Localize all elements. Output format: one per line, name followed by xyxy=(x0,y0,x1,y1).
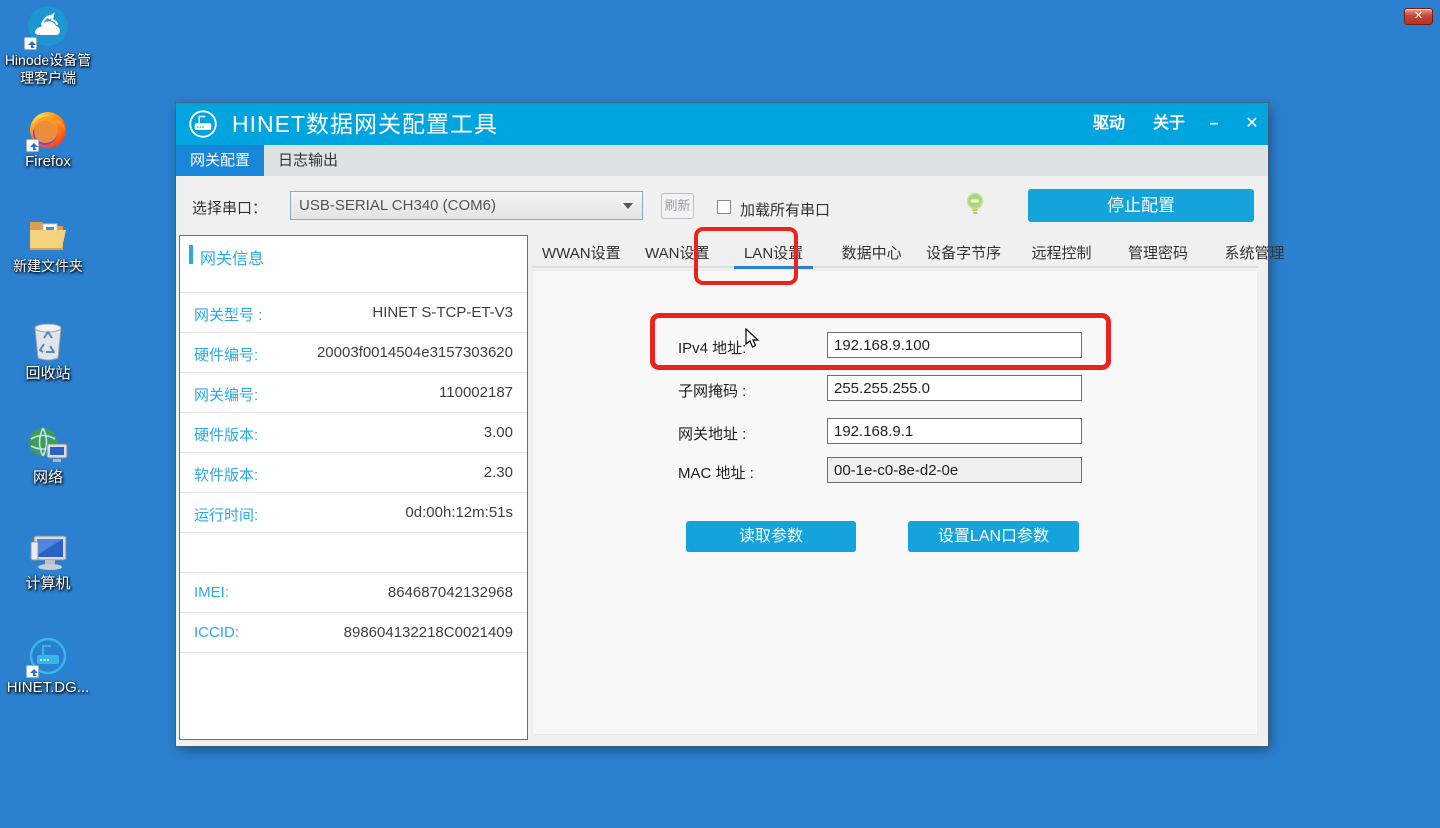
chevron-down-icon xyxy=(623,203,633,209)
form-row-ipv4: IPv4 地址: xyxy=(678,332,1088,358)
tab-byte-order[interactable]: 设备字节序 xyxy=(916,241,1011,266)
info-value: 0d:00h:12m:51s xyxy=(405,504,513,521)
info-value: 3.00 xyxy=(484,424,513,441)
desktop-icon-computer[interactable]: 计算机 xyxy=(0,532,96,593)
mac-address-input[interactable] xyxy=(827,457,1082,483)
desktop-icon-label: 网络 xyxy=(0,469,96,487)
desktop-icon-label: 新建文件夹 xyxy=(0,257,96,275)
gateway-info-panel: 网关信息 网关型号 : HINET S-TCP-ET-V3 硬件编号: 2000… xyxy=(179,235,528,740)
ipv4-input[interactable] xyxy=(827,332,1082,358)
window-title: HINET数据网关配置工具 xyxy=(232,103,498,145)
info-row-gateway-id: 网关编号: 110002187 xyxy=(180,372,527,412)
form-row-mac: MAC 地址 : xyxy=(678,457,1088,483)
info-row-model: 网关型号 : HINET S-TCP-ET-V3 xyxy=(180,292,527,332)
shortcut-arrow-icon xyxy=(26,139,39,152)
window-titlebar: HINET数据网关配置工具 驱动 关于 – ✕ xyxy=(176,103,1268,145)
info-row-hw-version: 硬件版本: 3.00 xyxy=(180,412,527,452)
shortcut-arrow-icon xyxy=(24,37,37,50)
tab-system-management[interactable]: 系统管理 xyxy=(1214,241,1294,266)
info-value: 898604132218C0021409 xyxy=(344,624,513,641)
gateway-info-title: 网关信息 xyxy=(200,245,264,269)
tab-wwan-settings[interactable]: WWAN设置 xyxy=(532,241,631,266)
info-row-hardware-id: 硬件编号: 20003f0014504e3157303620 xyxy=(180,332,527,372)
set-lan-params-button[interactable]: 设置LAN口参数 xyxy=(908,521,1079,552)
info-label: 网关编号: xyxy=(194,384,258,405)
settings-tab-bar: WWAN设置 WAN设置 LAN设置 数据中心 设备字节序 远程控制 管理密码 … xyxy=(532,241,1258,268)
accent-bar xyxy=(189,245,193,264)
computer-icon xyxy=(26,532,70,572)
app-logo-icon xyxy=(188,109,218,144)
info-row-imei: IMEI: 864687042132968 xyxy=(180,572,527,612)
tab-wan-settings[interactable]: WAN设置 xyxy=(635,241,719,266)
serial-port-select[interactable]: USB-SERIAL CH340 (COM6) xyxy=(290,191,643,220)
tab-remote-control[interactable]: 远程控制 xyxy=(1022,241,1102,266)
netmask-label: 子网掩码 : xyxy=(678,380,818,401)
info-value: 110002187 xyxy=(439,384,513,401)
desktop-icon-hinet-dg[interactable]: HINET.DG... xyxy=(0,636,96,697)
info-row-spacer xyxy=(180,652,527,732)
info-value: 2.30 xyxy=(484,464,513,481)
info-row-uptime: 运行时间: 0d:00h:12m:51s xyxy=(180,492,527,532)
info-value: 20003f0014504e3157303620 xyxy=(317,344,513,361)
shortcut-arrow-icon xyxy=(26,665,39,678)
status-bulb-icon xyxy=(965,192,985,221)
serial-port-label: 选择串口： xyxy=(192,197,267,218)
desktop-icon-new-folder[interactable]: 新建文件夹 xyxy=(0,216,96,275)
info-label: 硬件编号: xyxy=(194,344,258,365)
firefox-icon xyxy=(28,110,68,150)
form-row-netmask: 子网掩码 : xyxy=(678,375,1088,401)
desktop-icon-hinode-client[interactable]: Hinode设备管理客户端 xyxy=(0,4,96,87)
desktop-icon-label: Hinode设备管理客户端 xyxy=(0,51,96,87)
mac-address-label: MAC 地址 : xyxy=(678,462,818,483)
serial-port-value: USB-SERIAL CH340 (COM6) xyxy=(299,192,496,219)
desktop-icon-network[interactable]: 网络 xyxy=(0,426,96,487)
desktop-icon-label: 计算机 xyxy=(0,575,96,593)
ipv4-label: IPv4 地址: xyxy=(678,337,818,358)
about-menu-button[interactable]: 关于 xyxy=(1144,103,1194,145)
main-tab-bar: 网关配置 日志输出 xyxy=(176,145,1268,176)
tab-log-output[interactable]: 日志输出 xyxy=(264,145,352,176)
desktop-icon-label: HINET.DG... xyxy=(0,679,96,697)
tab-admin-password[interactable]: 管理密码 xyxy=(1118,241,1198,266)
folder-icon xyxy=(27,216,69,254)
gateway-address-label: 网关地址 : xyxy=(678,423,818,444)
gateway-info-header: 网关信息 xyxy=(180,236,527,292)
recycle-bin-icon xyxy=(29,320,67,362)
info-label: ICCID: xyxy=(194,624,239,641)
desktop-icon-recycle-bin[interactable]: 回收站 xyxy=(0,320,96,383)
desktop-icon-label: 回收站 xyxy=(0,365,96,383)
driver-menu-button[interactable]: 驱动 xyxy=(1084,103,1134,145)
info-value: HINET S-TCP-ET-V3 xyxy=(372,304,513,321)
info-label: 网关型号 : xyxy=(194,304,262,325)
network-icon xyxy=(27,426,69,466)
form-row-gateway: 网关地址 : xyxy=(678,418,1088,444)
refresh-button[interactable]: 刷新 xyxy=(661,193,694,219)
screen-close-button[interactable]: ✕ xyxy=(1404,8,1433,25)
netmask-input[interactable] xyxy=(827,375,1082,401)
stop-config-button[interactable]: 停止配置 xyxy=(1028,189,1254,222)
info-value: 864687042132968 xyxy=(388,584,513,601)
desktop-icon-firefox[interactable]: Firefox xyxy=(0,110,96,171)
tab-lan-settings[interactable]: LAN设置 xyxy=(734,241,813,269)
gateway-address-input[interactable] xyxy=(827,418,1082,444)
desktop-icon-label: Firefox xyxy=(0,153,96,171)
window-close-button[interactable]: ✕ xyxy=(1234,103,1270,145)
info-row-sw-version: 软件版本: 2.30 xyxy=(180,452,527,492)
info-label: 运行时间: xyxy=(194,504,258,525)
info-row-spacer xyxy=(180,532,527,572)
minimize-button[interactable]: – xyxy=(1196,103,1232,145)
info-row-iccid: ICCID: 898604132218C0021409 xyxy=(180,612,527,652)
info-label: IMEI: xyxy=(194,584,229,601)
info-label: 软件版本: xyxy=(194,464,258,485)
load-all-ports-label: 加载所有串口 xyxy=(740,199,830,220)
tab-gateway-config[interactable]: 网关配置 xyxy=(176,145,264,176)
hinode-client-icon xyxy=(26,4,70,48)
read-params-button[interactable]: 读取参数 xyxy=(686,521,856,552)
app-window: HINET数据网关配置工具 驱动 关于 – ✕ 网关配置 日志输出 选择串口： … xyxy=(176,103,1268,746)
tab-data-center[interactable]: 数据中心 xyxy=(832,241,912,266)
info-label: 硬件版本: xyxy=(194,424,258,445)
hinet-dg-icon xyxy=(28,636,68,676)
load-all-ports-checkbox[interactable] xyxy=(717,200,731,214)
